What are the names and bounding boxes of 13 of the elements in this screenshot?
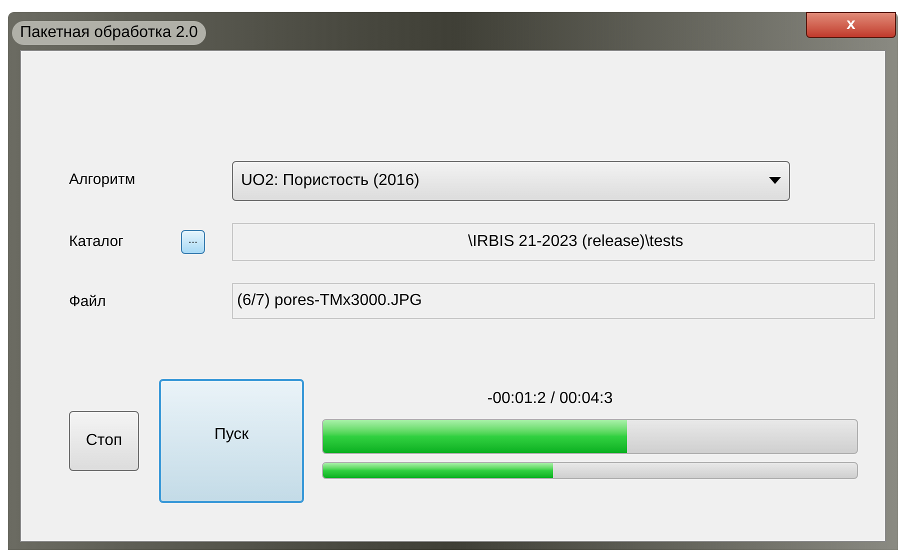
algorithm-dropdown[interactable]: UO2: Пористость (2016) xyxy=(232,161,790,201)
close-button[interactable]: x xyxy=(806,12,896,38)
field-label: Алгоритм xyxy=(69,170,136,190)
browse-button[interactable]: ... xyxy=(181,230,205,254)
dropdown-caret-icon xyxy=(769,177,781,185)
field-label: Файл xyxy=(69,292,107,312)
stop-button[interactable]: Стоп xyxy=(69,411,139,471)
start-button[interactable]: Пуск xyxy=(159,379,304,503)
file-field[interactable]: (6/7) pores-TMx3000.JPG xyxy=(232,283,875,319)
folder-path-field[interactable]: \IRBIS 21-2023 (release)\tests xyxy=(232,223,875,261)
window-title: Пакетная обработка 2.0 xyxy=(12,21,206,45)
field-label: Каталог xyxy=(69,232,125,252)
time-readout: -00:01:2 / 00:04:3 xyxy=(487,389,613,409)
